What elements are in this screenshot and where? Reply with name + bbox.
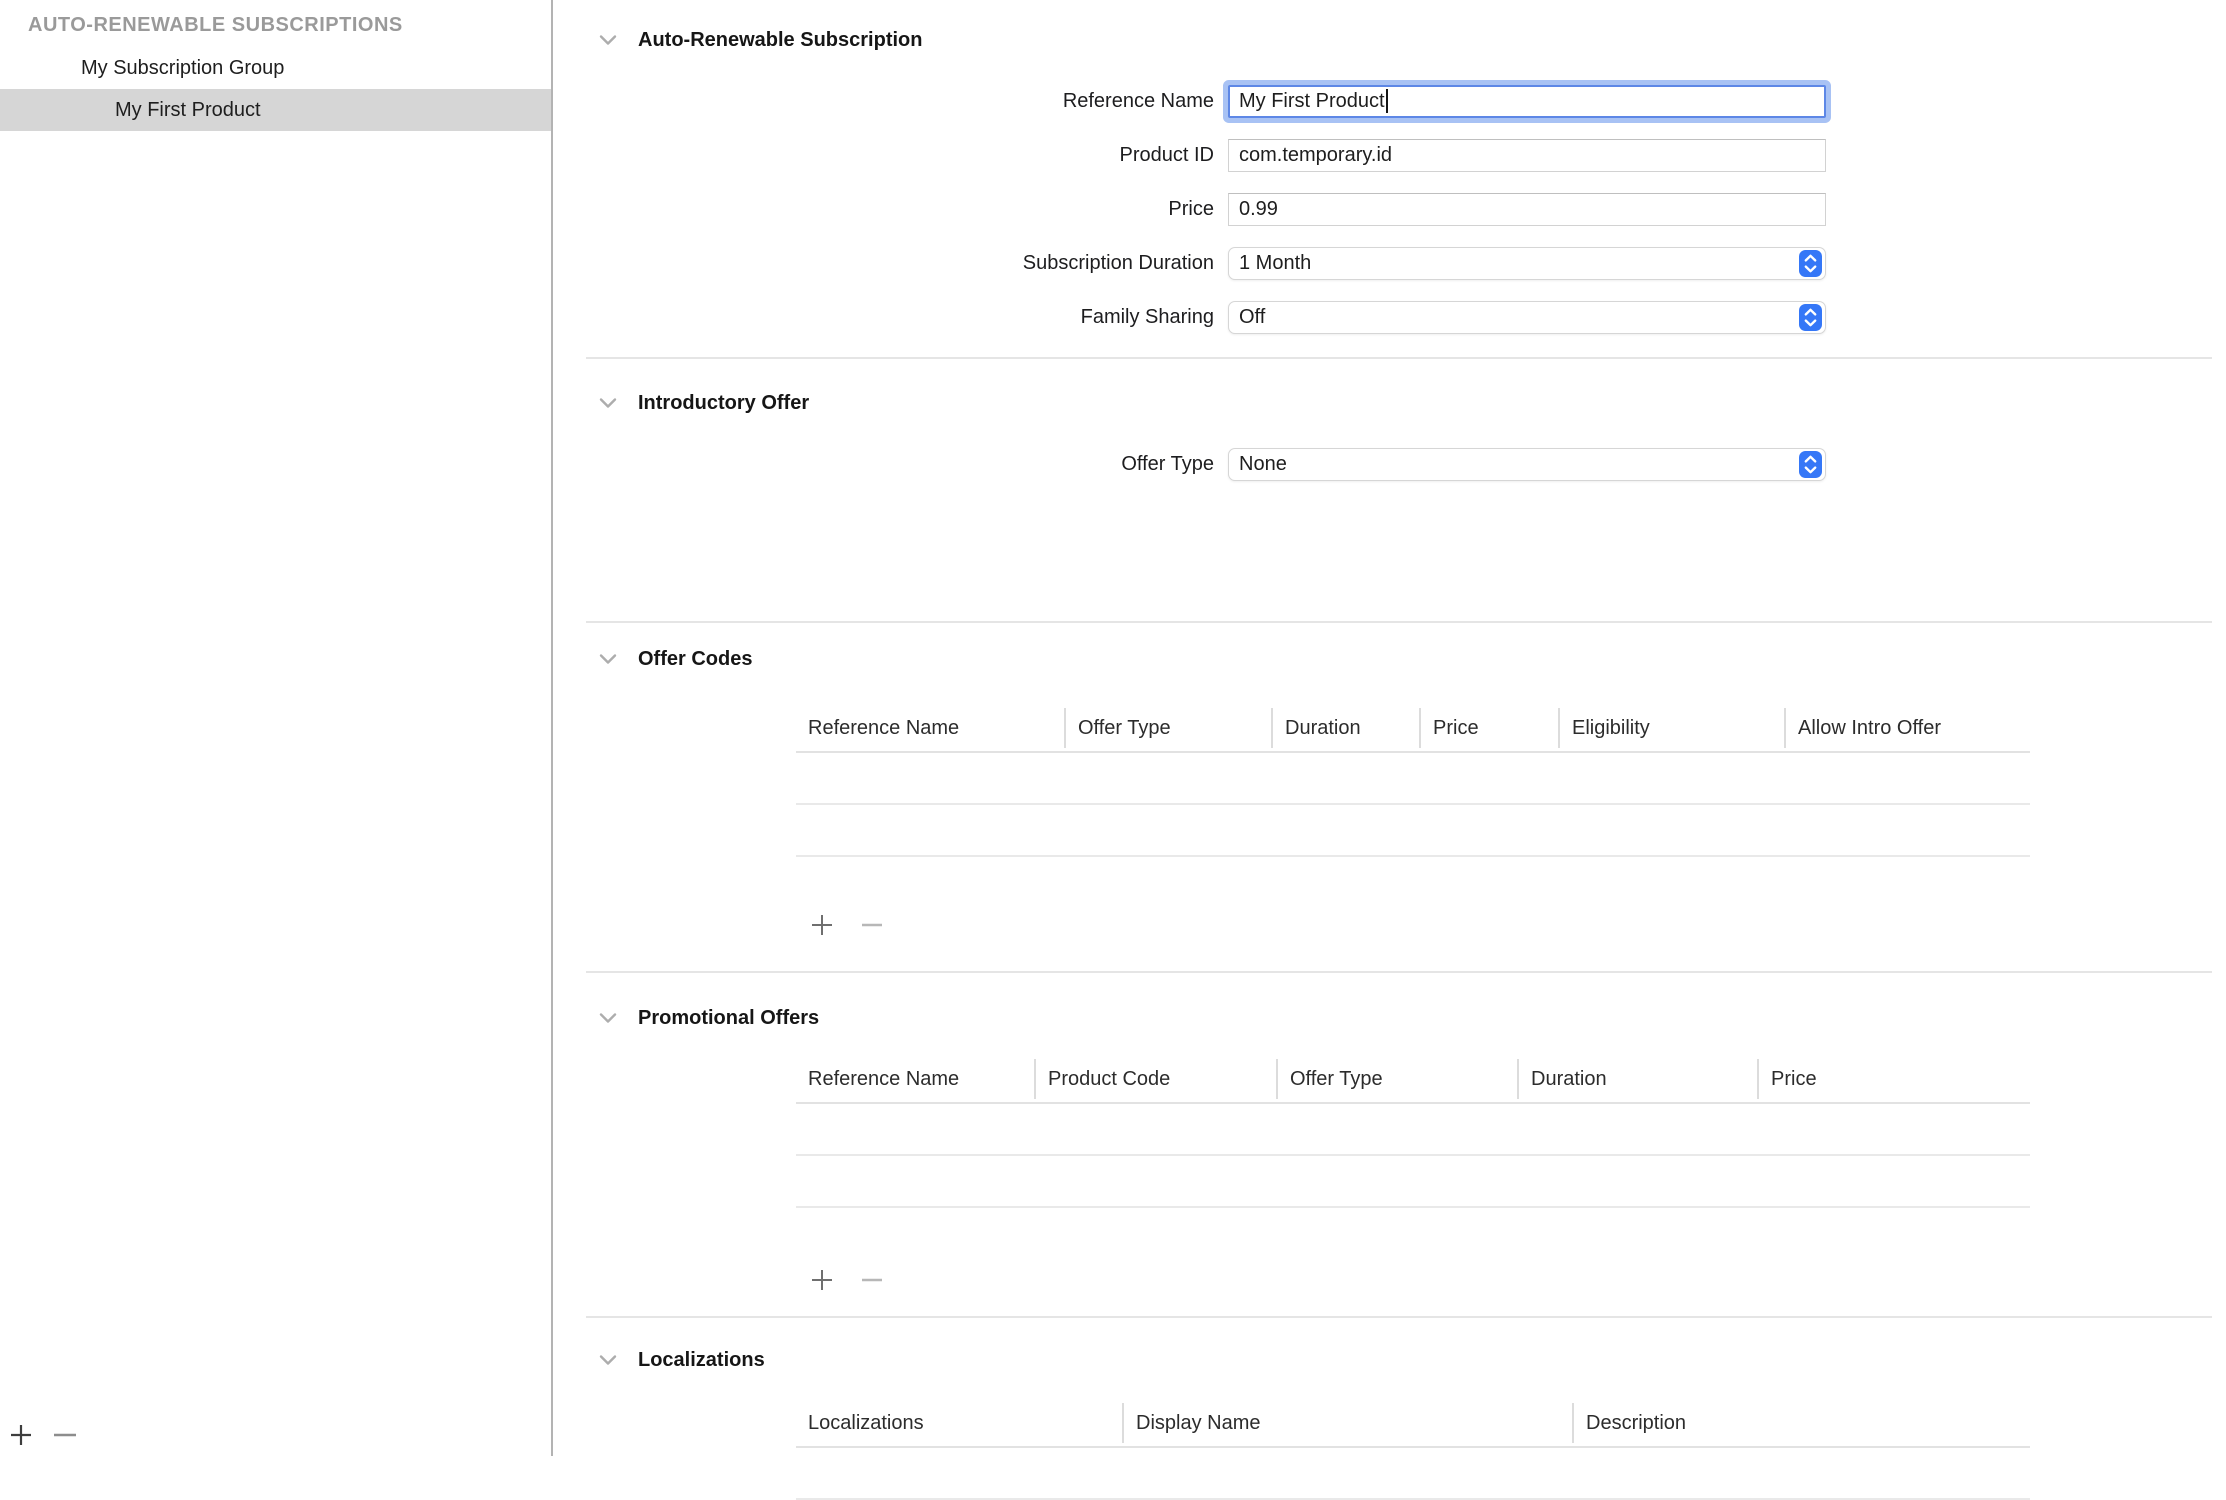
text-caret bbox=[1386, 89, 1388, 113]
empty-table-row bbox=[796, 1104, 2030, 1156]
price-label: Price bbox=[553, 198, 1214, 221]
section-header-offer-codes: Offer Codes bbox=[599, 645, 752, 673]
promotional-offers-table-header: Reference Name Product Code Offer Type D… bbox=[796, 1056, 2030, 1104]
sidebar-item-my-first-product[interactable]: My First Product bbox=[0, 89, 551, 131]
remove-product-button[interactable] bbox=[53, 1426, 77, 1450]
section-divider bbox=[586, 357, 2212, 359]
offer-codes-table: Reference Name Offer Type Duration Price… bbox=[796, 705, 2030, 857]
remove-offer-code-button[interactable] bbox=[860, 916, 884, 940]
storekit-configuration-editor: AUTO-RENEWABLE SUBSCRIPTIONS My Subscrip… bbox=[0, 0, 2226, 1456]
column-header: Duration bbox=[1517, 1059, 1757, 1099]
promotional-offers-actions bbox=[810, 1271, 884, 1295]
offer-type-label: Offer Type bbox=[553, 453, 1214, 476]
introductory-offer-fields: Offer Type None bbox=[553, 437, 2226, 491]
chevron-down-icon[interactable] bbox=[599, 397, 617, 409]
product-detail-pane: Auto-Renewable Subscription Reference Na… bbox=[553, 0, 2226, 1456]
field-row: Reference Name My First Product bbox=[553, 74, 2226, 128]
column-header: Reference Name bbox=[796, 708, 1064, 748]
section-title: Introductory Offer bbox=[638, 392, 809, 415]
price-field[interactable]: 0.99 bbox=[1228, 193, 1826, 226]
section-title: Localizations bbox=[638, 1349, 765, 1372]
family-sharing-popup[interactable]: Off bbox=[1228, 301, 1826, 334]
column-header: Reference Name bbox=[796, 1059, 1034, 1099]
field-row: Subscription Duration 1 Month bbox=[553, 236, 2226, 290]
popup-stepper-icon bbox=[1799, 250, 1822, 277]
family-sharing-value: Off bbox=[1239, 306, 1265, 329]
column-header: Duration bbox=[1271, 708, 1419, 748]
empty-table-row bbox=[796, 753, 2030, 805]
section-title: Offer Codes bbox=[638, 648, 752, 671]
subscription-duration-popup[interactable]: 1 Month bbox=[1228, 247, 1826, 280]
sidebar-group-header: AUTO-RENEWABLE SUBSCRIPTIONS bbox=[0, 14, 551, 37]
field-row: Family Sharing Off bbox=[553, 290, 2226, 344]
price-value: 0.99 bbox=[1239, 198, 1278, 221]
column-header: Price bbox=[1419, 708, 1558, 748]
subscription-fields: Reference Name My First Product Product … bbox=[553, 74, 2226, 344]
plus-icon bbox=[811, 914, 833, 942]
reference-name-field[interactable]: My First Product bbox=[1228, 85, 1826, 118]
column-header: Offer Type bbox=[1064, 708, 1271, 748]
add-product-button[interactable] bbox=[9, 1426, 33, 1450]
localizations-table-header: Localizations Display Name Description bbox=[796, 1400, 2030, 1448]
popup-stepper-icon bbox=[1799, 451, 1822, 478]
product-id-value: com.temporary.id bbox=[1239, 144, 1392, 167]
add-offer-code-button[interactable] bbox=[810, 916, 834, 940]
reference-name-label: Reference Name bbox=[553, 90, 1214, 113]
section-divider bbox=[586, 971, 2212, 973]
column-header: Description bbox=[1572, 1403, 2030, 1443]
subscription-duration-label: Subscription Duration bbox=[553, 252, 1214, 275]
promotional-offers-table: Reference Name Product Code Offer Type D… bbox=[796, 1056, 2030, 1208]
plus-icon bbox=[9, 1423, 33, 1453]
section-title: Auto-Renewable Subscription bbox=[638, 29, 922, 52]
chevron-down-icon[interactable] bbox=[599, 1012, 617, 1024]
column-header: Localizations bbox=[796, 1403, 1122, 1443]
minus-icon bbox=[861, 914, 883, 942]
sidebar: AUTO-RENEWABLE SUBSCRIPTIONS My Subscrip… bbox=[0, 0, 553, 1456]
column-header: Product Code bbox=[1034, 1059, 1276, 1099]
column-header: Allow Intro Offer bbox=[1784, 708, 2030, 748]
family-sharing-label: Family Sharing bbox=[553, 306, 1214, 329]
localizations-table: Localizations Display Name Description bbox=[796, 1400, 2030, 1500]
add-promotional-offer-button[interactable] bbox=[810, 1271, 834, 1295]
remove-promotional-offer-button[interactable] bbox=[860, 1271, 884, 1295]
popup-stepper-icon bbox=[1799, 304, 1822, 331]
section-divider bbox=[586, 1316, 2212, 1318]
field-row: Offer Type None bbox=[553, 437, 2226, 491]
reference-name-value: My First Product bbox=[1239, 90, 1385, 113]
product-id-field[interactable]: com.temporary.id bbox=[1228, 139, 1826, 172]
field-row: Product ID com.temporary.id bbox=[553, 128, 2226, 182]
section-header-introductory-offer: Introductory Offer bbox=[599, 389, 809, 417]
minus-icon bbox=[52, 1423, 78, 1453]
column-header: Offer Type bbox=[1276, 1059, 1517, 1099]
sidebar-item-subscription-group[interactable]: My Subscription Group bbox=[0, 47, 551, 89]
sidebar-item-label: My Subscription Group bbox=[81, 57, 284, 80]
section-header-subscription: Auto-Renewable Subscription bbox=[599, 26, 922, 54]
field-row: Price 0.99 bbox=[553, 182, 2226, 236]
chevron-down-icon[interactable] bbox=[599, 34, 617, 46]
product-id-label: Product ID bbox=[553, 144, 1214, 167]
section-header-localizations: Localizations bbox=[599, 1346, 765, 1374]
section-header-promotional-offers: Promotional Offers bbox=[599, 1004, 819, 1032]
sidebar-actions bbox=[9, 1426, 77, 1450]
section-divider bbox=[586, 621, 2212, 623]
section-title: Promotional Offers bbox=[638, 1007, 819, 1030]
column-header: Eligibility bbox=[1558, 708, 1784, 748]
chevron-down-icon[interactable] bbox=[599, 1354, 617, 1366]
offer-type-value: None bbox=[1239, 453, 1287, 476]
sidebar-item-label: My First Product bbox=[115, 99, 261, 122]
offer-codes-actions bbox=[810, 916, 884, 940]
offer-type-popup[interactable]: None bbox=[1228, 448, 1826, 481]
subscription-duration-value: 1 Month bbox=[1239, 252, 1311, 275]
empty-table-row bbox=[796, 805, 2030, 857]
empty-table-row bbox=[796, 1156, 2030, 1208]
column-header: Display Name bbox=[1122, 1403, 1572, 1443]
column-header: Price bbox=[1757, 1059, 2030, 1099]
minus-icon bbox=[861, 1269, 883, 1297]
offer-codes-table-header: Reference Name Offer Type Duration Price… bbox=[796, 705, 2030, 753]
chevron-down-icon[interactable] bbox=[599, 653, 617, 665]
plus-icon bbox=[811, 1269, 833, 1297]
